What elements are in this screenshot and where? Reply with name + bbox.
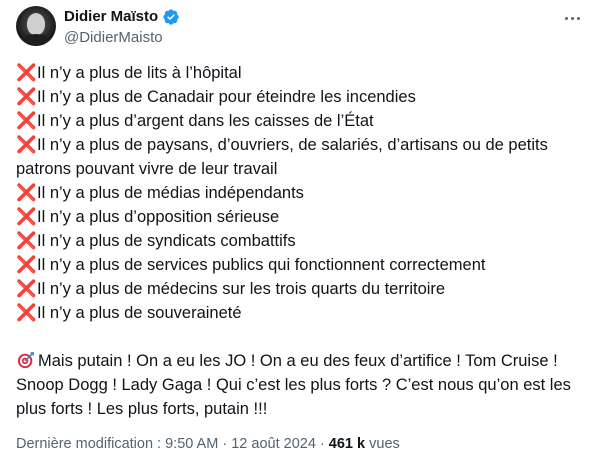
author-handle[interactable]: @DidierMaisto xyxy=(64,28,163,48)
author-display-name[interactable]: Didier Maïsto xyxy=(64,7,158,27)
bullseye-icon xyxy=(17,352,34,369)
views-label: vues xyxy=(369,436,400,452)
edited-link[interactable]: Dernière modification : 9:50 AM · 12 aoû… xyxy=(16,436,316,452)
cross-mark-icon: ❌ xyxy=(16,64,37,82)
meta-separator: · xyxy=(319,436,325,452)
verified-badge-icon xyxy=(163,9,179,25)
cross-mark-icon: ❌ xyxy=(16,208,37,226)
closing-paragraph: Mais putain ! On a eu les JO ! On a eu d… xyxy=(16,352,571,418)
cross-mark-icon: ❌ xyxy=(16,256,37,274)
list-item: ❌Il n’y a plus de paysans, d’ouvriers, d… xyxy=(16,133,590,181)
list-item: ❌Il n’y a plus de Canadair pour éteindre… xyxy=(16,85,590,109)
tweet-text: ❌Il n’y a plus de lits à l’hôpital ❌Il n… xyxy=(16,61,590,421)
list-item: ❌Il n’y a plus d’argent dans les caisses… xyxy=(16,109,590,133)
list-item: ❌Il n’y a plus de lits à l’hôpital xyxy=(16,61,590,85)
more-options-icon[interactable] xyxy=(560,8,584,28)
list-item: ❌Il n’y a plus de syndicats combattifs xyxy=(16,229,590,253)
cross-mark-icon: ❌ xyxy=(16,184,37,202)
cross-mark-icon: ❌ xyxy=(16,280,37,298)
author-name-row: Didier Maïsto xyxy=(64,7,180,27)
avatar[interactable] xyxy=(16,6,56,46)
cross-mark-icon: ❌ xyxy=(16,136,37,154)
cross-mark-icon: ❌ xyxy=(16,112,37,130)
avatar-head xyxy=(27,13,45,35)
cross-mark-icon: ❌ xyxy=(16,232,37,250)
list-item: ❌Il n’y a plus de souveraineté xyxy=(16,301,590,325)
avatar-shoulders xyxy=(18,34,54,46)
list-item: ❌Il n’y a plus de services publics qui f… xyxy=(16,253,590,277)
views-count: 461 k xyxy=(328,436,366,452)
list-item: ❌Il n’y a plus de médias indépendants xyxy=(16,181,590,205)
cross-mark-icon: ❌ xyxy=(16,304,37,322)
cross-mark-icon: ❌ xyxy=(16,88,37,106)
list-item: ❌Il n’y a plus d’opposition sérieuse xyxy=(16,205,590,229)
tweet-meta: Dernière modification : 9:50 AM · 12 aoû… xyxy=(16,434,400,454)
list-item: ❌Il n’y a plus de médecins sur les trois… xyxy=(16,277,590,301)
